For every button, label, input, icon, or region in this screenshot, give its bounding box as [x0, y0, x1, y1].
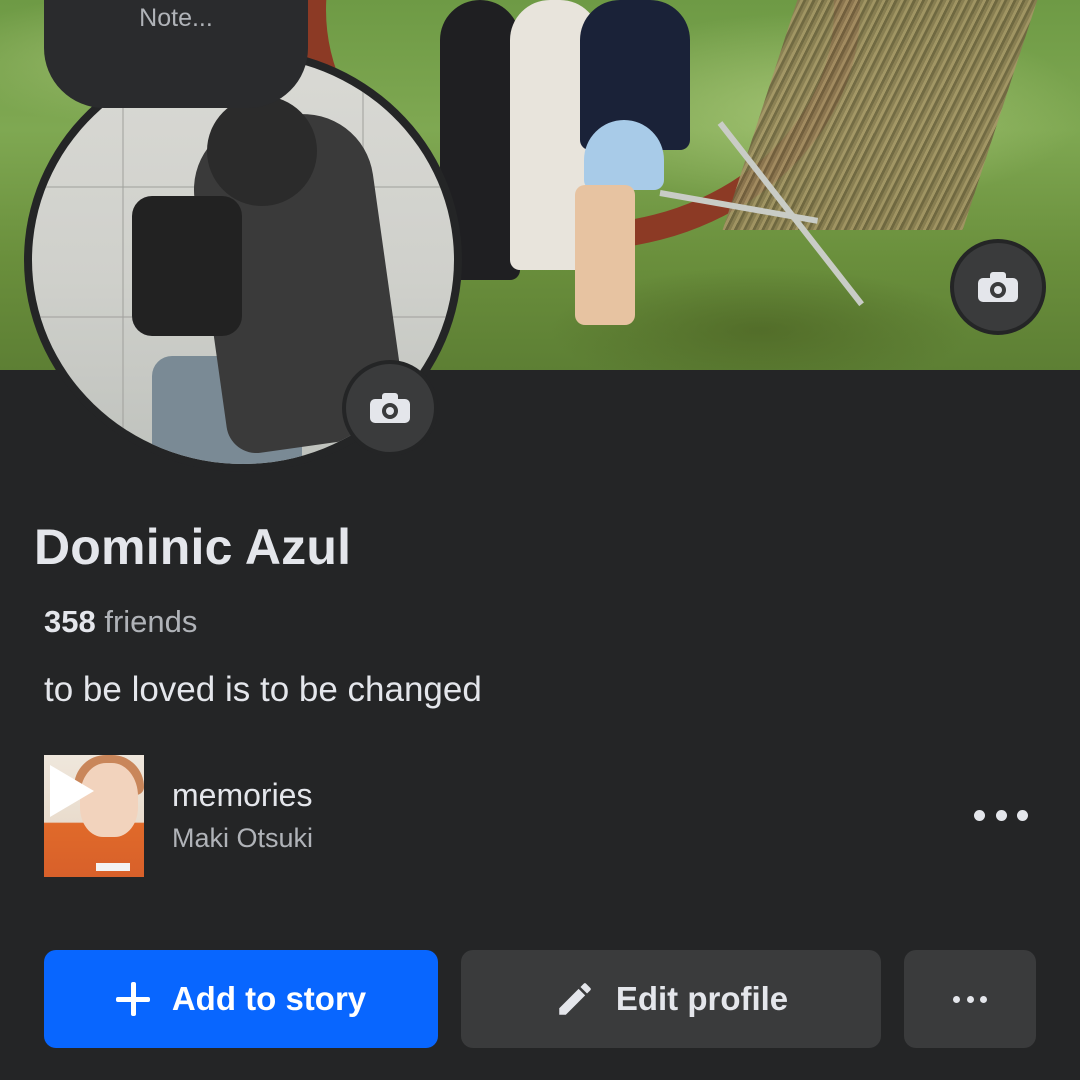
more-horizontal-icon	[974, 809, 985, 821]
album-art[interactable]	[44, 755, 144, 877]
more-horizontal-icon	[953, 995, 987, 1003]
edit-profile-button[interactable]: Edit profile	[461, 950, 881, 1048]
music-more-button[interactable]	[974, 795, 1028, 835]
add-to-story-button[interactable]: Add to story	[44, 950, 438, 1048]
pencil-icon	[559, 983, 591, 1015]
plus-icon	[115, 982, 150, 1016]
profile-name: Dominic Azul	[34, 519, 352, 575]
song-artist: Maki Otsuki	[172, 823, 314, 853]
note-placeholder: Note...	[139, 4, 213, 32]
edit-cover-photo-button[interactable]	[950, 239, 1046, 335]
friends-label: friends	[95, 604, 198, 639]
friends-count-number: 358	[44, 604, 96, 639]
edit-profile-photo-button[interactable]	[342, 360, 438, 456]
profile-bio: to be loved is to be changed	[44, 670, 482, 709]
cover-person	[575, 185, 635, 325]
friends-count[interactable]: 358 friends	[44, 604, 197, 640]
add-to-story-label: Add to story	[171, 980, 367, 1017]
song-title: memories	[172, 777, 313, 813]
note-bubble[interactable]: Note...	[44, 0, 308, 108]
cover-person	[584, 120, 664, 190]
profile-music[interactable]: memories Maki Otsuki	[44, 755, 1036, 877]
profile-screen: Note... Dominic Azul 358 friends to be l…	[0, 0, 1080, 1080]
camera-icon	[978, 272, 1018, 302]
profile-more-button[interactable]	[904, 950, 1036, 1048]
play-icon[interactable]	[50, 765, 94, 817]
edit-profile-label: Edit profile	[615, 980, 789, 1017]
camera-icon	[370, 393, 410, 423]
